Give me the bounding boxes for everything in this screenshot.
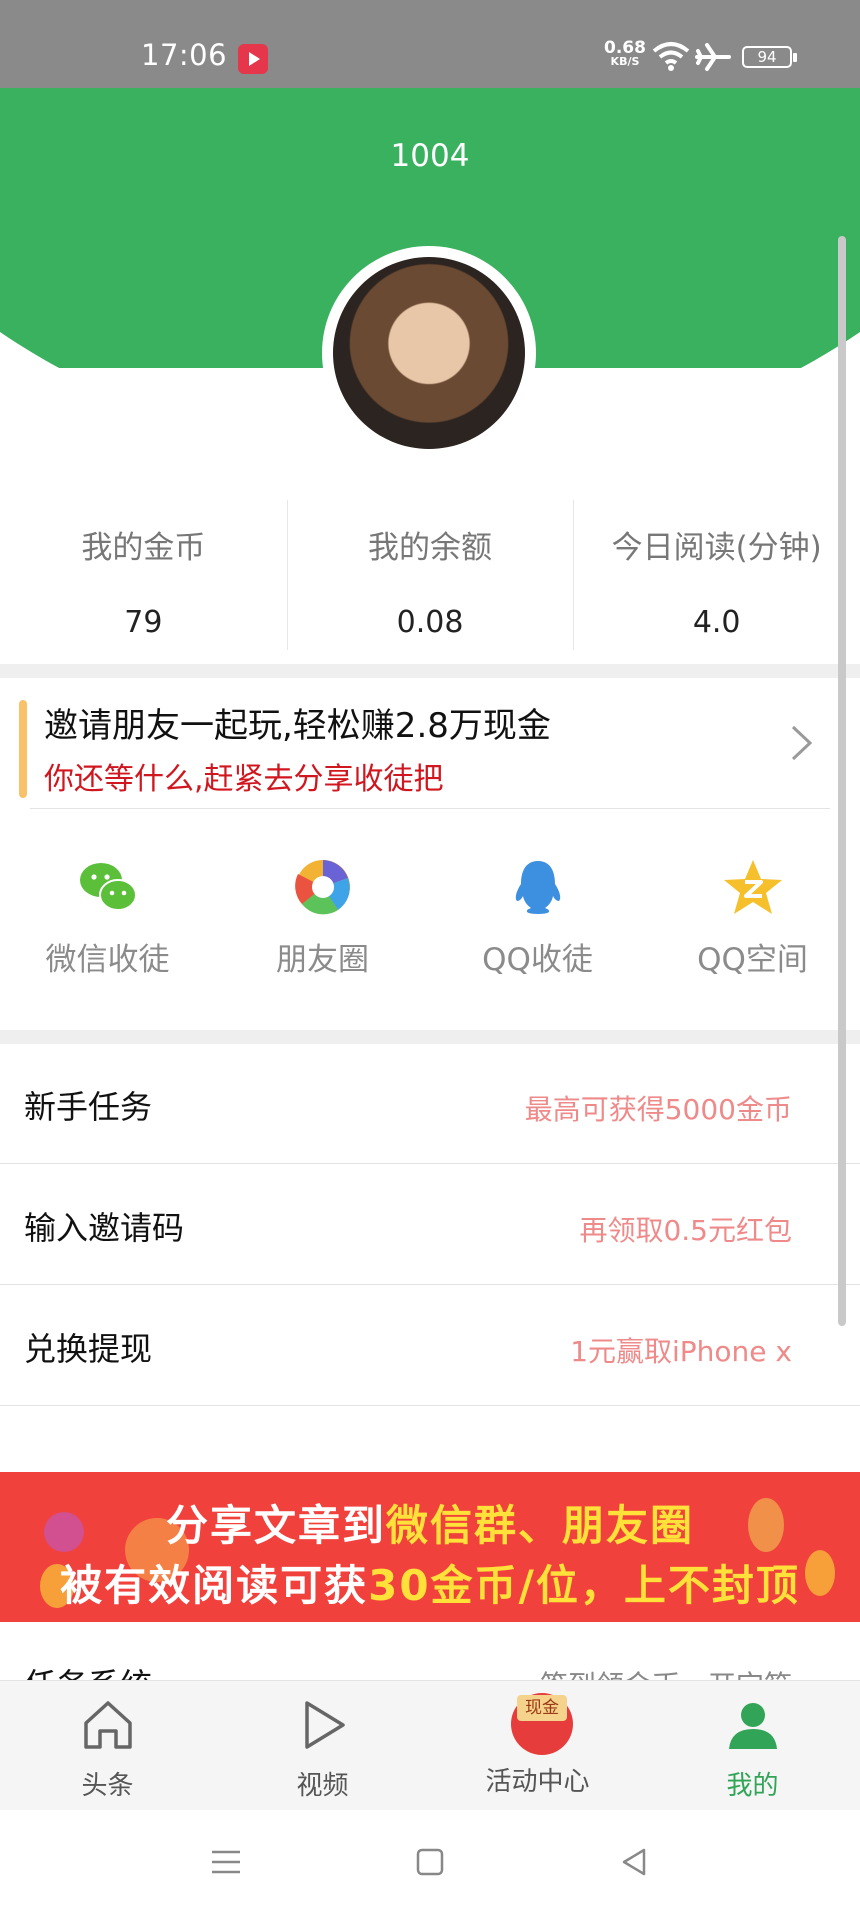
menu-label: 新手任务	[24, 1088, 153, 1126]
qq-icon	[515, 861, 560, 914]
menu-label: 输入邀请码	[24, 1209, 185, 1247]
avatar[interactable]	[322, 246, 536, 460]
section-divider	[0, 1030, 860, 1044]
invite-title: 邀请朋友一起玩,轻松赚2.8万现金	[44, 706, 551, 746]
status-time: 17:06	[141, 38, 228, 72]
wifi-icon	[652, 42, 690, 71]
stats-panel: 我的金币 79 我的余额 0.08 今日阅读(分钟) 4.0	[0, 500, 860, 650]
stat-value: 0.08	[396, 605, 464, 640]
stat-label: 我的余额	[368, 530, 492, 566]
back-icon[interactable]	[618, 1846, 650, 1878]
banner-text: 分享文章到	[165, 1501, 386, 1550]
tab-activity-center[interactable]: 现金 活动中心	[430, 1681, 645, 1810]
airplane-mode-icon	[695, 43, 731, 71]
network-speed-value: 0.68	[604, 38, 646, 58]
avatar-photo	[333, 257, 525, 449]
moments-icon	[294, 860, 350, 915]
share-label: 微信收徒	[45, 942, 170, 978]
banner-highlight: 30金币/位，上不封顶	[368, 1561, 800, 1610]
banner-line-1: 分享文章到微信群、朋友圈	[0, 1492, 860, 1553]
wechat-icon	[79, 863, 137, 911]
stat-value: 79	[124, 605, 163, 640]
divider	[30, 808, 830, 809]
stat-balance[interactable]: 我的余额 0.08	[286, 500, 574, 650]
system-nav-bar	[0, 1810, 860, 1920]
invite-banner[interactable]: 邀请朋友一起玩,轻松赚2.8万现金 你还等什么,赶紧去分享收徒把	[0, 678, 860, 810]
share-label: QQ收徒	[482, 942, 593, 978]
stat-coins[interactable]: 我的金币 79	[0, 500, 287, 650]
tab-headlines[interactable]: 头条	[0, 1681, 215, 1810]
menu-task-system[interactable]: 任务系统 签到领金币，开宝箱	[0, 1624, 860, 1680]
menu-hint: 1元赢取iPhone x	[570, 1335, 792, 1368]
battery-level: 94	[757, 48, 777, 66]
menu-label: 兑换提现	[24, 1330, 153, 1368]
menu-withdraw[interactable]: 兑换提现 1元赢取iPhone x	[0, 1286, 860, 1406]
status-bar: 17:06 0.68 KB/S 94	[0, 0, 860, 88]
share-options: 微信收徒 朋友圈 QQ收徒 QQ空间	[0, 858, 860, 978]
profile-icon	[728, 1703, 777, 1749]
tab-video[interactable]: 视频	[215, 1681, 430, 1810]
menu-hint: 再领取0.5元红包	[579, 1214, 792, 1247]
stat-value: 4.0	[692, 605, 741, 640]
menu-hint: 签到领金币，开宝箱	[540, 1664, 792, 1680]
banner-text: 被有效阅读可获	[60, 1561, 369, 1610]
cash-badge-label: 现金	[517, 1695, 567, 1721]
qzone-icon	[723, 860, 782, 914]
tab-label: 头条	[81, 1771, 134, 1801]
menu-newbie-tasks[interactable]: 新手任务 最高可获得5000金币	[0, 1044, 860, 1164]
share-qzone[interactable]: QQ空间	[645, 858, 860, 978]
share-label: 朋友圈	[276, 942, 369, 978]
menu-label: 任务系统	[24, 1660, 152, 1680]
tab-label: 活动中心	[485, 1767, 590, 1797]
tab-label: 视频	[296, 1771, 349, 1801]
share-qq[interactable]: QQ收徒	[430, 858, 645, 978]
share-moments[interactable]: 朋友圈	[215, 858, 430, 978]
stat-label: 今日阅读(分钟)	[611, 530, 822, 566]
network-speed: 0.68 KB/S	[604, 38, 646, 68]
share-wechat[interactable]: 微信收徒	[0, 858, 215, 978]
menu-hint: 最高可获得5000金币	[524, 1093, 792, 1126]
scrollbar[interactable]	[838, 236, 846, 1326]
section-divider	[0, 664, 860, 678]
menu-icon[interactable]	[210, 1846, 242, 1878]
tab-mine[interactable]: 我的	[645, 1681, 860, 1810]
banner-line-2: 被有效阅读可获30金币/位，上不封顶	[0, 1552, 860, 1613]
stat-label: 我的金币	[81, 530, 206, 566]
user-id: 1004	[390, 138, 470, 174]
home-icon	[83, 1701, 132, 1749]
stat-reading[interactable]: 今日阅读(分钟) 4.0	[573, 500, 860, 650]
chevron-right-icon[interactable]	[790, 724, 814, 762]
invite-subtitle: 你还等什么,赶紧去分享收徒把	[44, 762, 444, 797]
tab-label: 我的	[726, 1771, 779, 1801]
cash-badge-icon: 现金	[511, 1693, 573, 1755]
share-label: QQ空间	[697, 942, 808, 978]
bottom-tab-bar: 头条 视频 现金 活动中心 我的	[0, 1680, 860, 1810]
promo-banner[interactable]: 分享文章到微信群、朋友圈 被有效阅读可获30金币/位，上不封顶	[0, 1472, 860, 1622]
play-icon	[304, 1701, 345, 1749]
menu-invite-code[interactable]: 输入邀请码 再领取0.5元红包	[0, 1165, 860, 1285]
screen-record-icon	[238, 44, 268, 74]
battery-icon: 94	[742, 46, 797, 68]
home-button-icon[interactable]	[414, 1846, 446, 1878]
banner-highlight: 微信群、朋友圈	[386, 1501, 695, 1550]
invite-accent-bar	[19, 700, 27, 798]
